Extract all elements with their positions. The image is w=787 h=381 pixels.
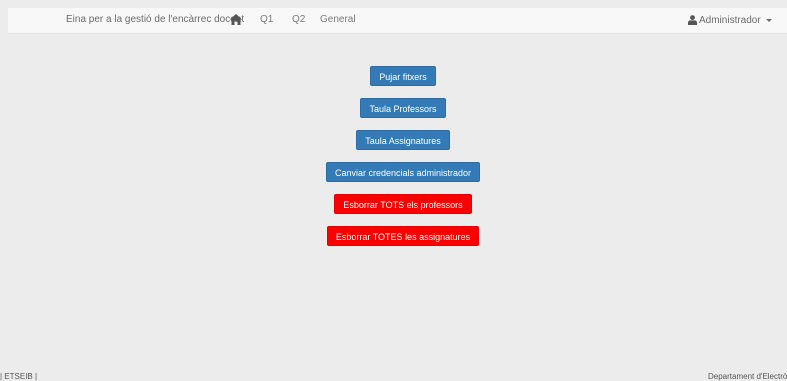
subjects-table-button[interactable]: Taula Assignatures [356, 130, 450, 150]
nav-link-q2[interactable]: Q2 [292, 14, 305, 25]
delete-all-teachers-button[interactable]: Esborrar TOTS els professors [334, 194, 472, 214]
delete-all-subjects-button[interactable]: Esborrar TOTES les assignatures [326, 226, 480, 246]
app-brand-link[interactable]: Eina per a la gestió de l'encàrrec docen… [66, 14, 244, 25]
nav-link-q1[interactable]: Q1 [260, 14, 273, 25]
admin-actions: Pujar fitxers Taula Professors Taula Ass… [0, 66, 787, 246]
user-menu-dropdown[interactable]: Administrador [688, 14, 772, 26]
change-credentials-button[interactable]: Canviar credencials administrador [325, 162, 481, 182]
top-navbar: Eina per a la gestió de l'encàrrec docen… [8, 8, 787, 34]
teachers-table-button[interactable]: Taula Professors [360, 98, 446, 118]
upload-files-button[interactable]: Pujar fitxers [370, 66, 436, 86]
user-icon [688, 15, 697, 25]
caret-down-icon [765, 19, 772, 22]
home-icon[interactable] [230, 14, 242, 25]
user-menu-label: Administrador [699, 14, 761, 26]
nav-link-general[interactable]: General [320, 14, 356, 25]
